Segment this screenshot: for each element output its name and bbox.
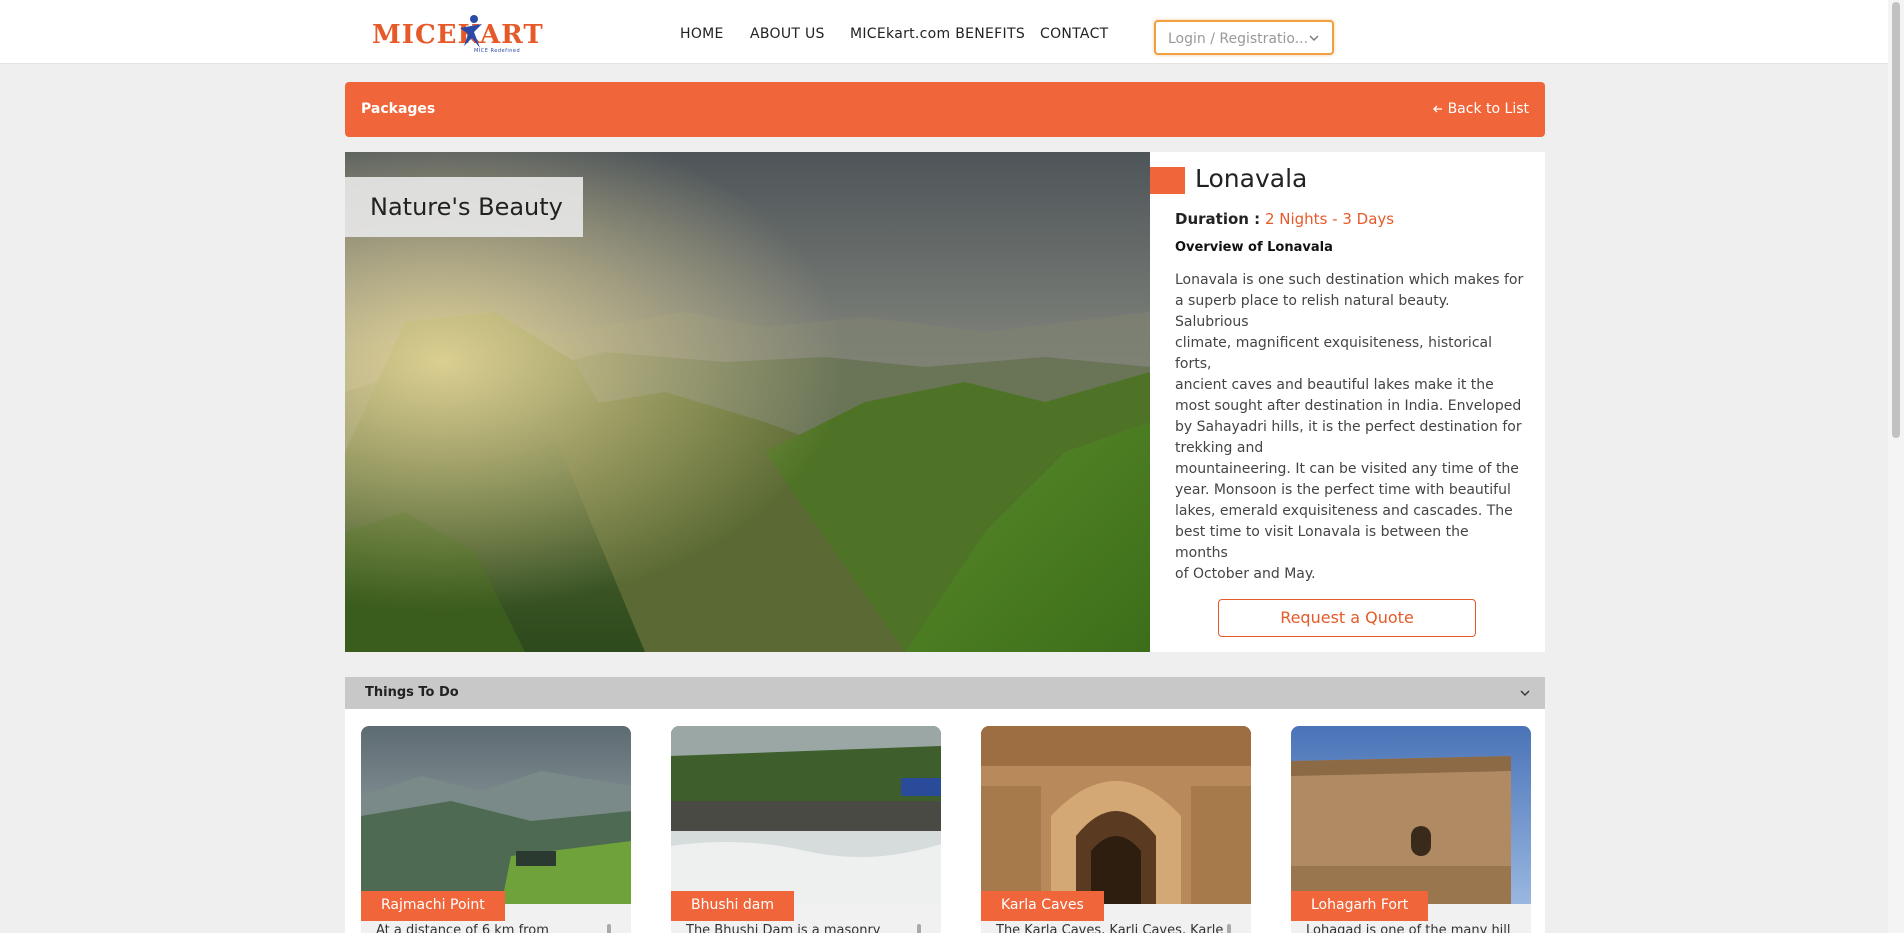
- overview-line: climate, magnificent exquisiteness, hist…: [1175, 335, 1492, 372]
- card-title: Lohagarh Fort: [1291, 891, 1429, 921]
- overview-line: by Sahayadri hills, it is the perfect de…: [1175, 419, 1522, 435]
- card-title: Bhushi dam: [671, 891, 794, 921]
- duration-value: 2 Nights - 3 Days: [1264, 210, 1395, 228]
- things-to-do-panel: Rajmachi Point At a distance of 6 km fro…: [345, 709, 1545, 933]
- chevron-down-icon: [1520, 690, 1530, 696]
- destination-title: Lonavala: [1195, 164, 1308, 193]
- overview-line: a superb place to relish natural beauty.…: [1175, 293, 1450, 330]
- overview-line: ancient caves and beautiful lakes make i…: [1175, 377, 1494, 393]
- hero-caption-text: Nature's Beauty: [370, 193, 563, 221]
- nav-benefits[interactable]: MICEkart.com BENEFITS: [850, 26, 1025, 42]
- overview-line: best time to visit Lonavala is between t…: [1175, 524, 1469, 561]
- micekart-logo[interactable]: MICEKART MICE Redefined: [372, 12, 543, 56]
- page-scrollbar-thumb[interactable]: [1892, 2, 1900, 438]
- hero-landscape-image: Nature's Beauty: [345, 152, 1150, 652]
- request-quote-button[interactable]: Request a Quote: [1218, 599, 1476, 637]
- nav-home[interactable]: HOME: [680, 26, 724, 42]
- logo-tagline: MICE Redefined: [474, 48, 521, 54]
- title-accent-block: [1150, 167, 1185, 194]
- card-scrollbar[interactable]: [917, 924, 921, 933]
- overview-heading: Overview of Lonavala: [1175, 240, 1333, 255]
- lohagarh-fort-image: [1291, 726, 1531, 906]
- page-scrollbar[interactable]: [1888, 0, 1904, 933]
- packages-title: Packages: [361, 101, 436, 117]
- overview-text: Lonavala is one such destination which m…: [1175, 270, 1525, 585]
- card-description: The Bhushi Dam is a masonry: [686, 923, 881, 933]
- hero-caption: Nature's Beauty: [345, 177, 583, 237]
- duration-line: Duration : 2 Nights - 3 Days: [1175, 210, 1394, 228]
- card-scrollbar[interactable]: [607, 924, 611, 933]
- rajmachi-point-image: [361, 726, 631, 906]
- overview-line: of October and May.: [1175, 566, 1316, 582]
- duration-label: Duration :: [1175, 210, 1261, 228]
- login-registration-select[interactable]: Login / Registratio...: [1154, 20, 1334, 55]
- overview-line: trekking and: [1175, 440, 1264, 456]
- activity-card-lohagarh-fort[interactable]: Lohagarh Fort Lohagad is one of the many…: [1291, 726, 1531, 933]
- overview-line: Lonavala is one such destination which m…: [1175, 272, 1524, 288]
- nav-about-us[interactable]: ABOUT US: [750, 26, 825, 42]
- arrow-left-icon: [1432, 105, 1442, 113]
- packages-bar: Packages Back to List: [345, 82, 1545, 137]
- card-title: Karla Caves: [981, 891, 1104, 921]
- login-select-value: Login / Registratio...: [1168, 31, 1309, 47]
- back-to-list-link[interactable]: Back to List: [1432, 101, 1529, 117]
- overview-line: lakes, emerald exquisiteness and cascade…: [1175, 503, 1513, 519]
- card-description: The Karla Caves, Karli Caves, Karle: [996, 923, 1224, 933]
- karla-caves-image: [981, 726, 1251, 906]
- overview-line: mountaineering. It can be visited any ti…: [1175, 461, 1519, 477]
- card-description: At a distance of 6 km from: [376, 923, 549, 933]
- activity-card-rajmachi-point[interactable]: Rajmachi Point At a distance of 6 km fro…: [361, 726, 631, 933]
- overview-line: year. Monsoon is the perfect time with b…: [1175, 482, 1511, 498]
- card-description: Lohagad is one of the many hill: [1306, 923, 1511, 933]
- activity-card-karla-caves[interactable]: Karla Caves The Karla Caves, Karli Caves…: [981, 726, 1251, 933]
- overview-line: most sought after destination in India. …: [1175, 398, 1522, 414]
- back-to-list-label: Back to List: [1447, 101, 1529, 117]
- card-title: Rajmachi Point: [361, 891, 505, 921]
- things-to-do-accordion-header[interactable]: Things To Do: [345, 677, 1545, 709]
- logo-person-icon: [460, 15, 482, 48]
- package-info-panel: Lonavala Duration : 2 Nights - 3 Days Ov…: [1150, 152, 1545, 652]
- chevron-down-icon: [1309, 35, 1319, 41]
- nav-contact[interactable]: CONTACT: [1040, 26, 1109, 42]
- site-header: MICEKART MICE Redefined HOME ABOUT US MI…: [0, 0, 1888, 64]
- bhushi-dam-image: [671, 726, 941, 906]
- card-scrollbar[interactable]: [1227, 924, 1231, 933]
- activity-card-bhushi-dam[interactable]: Bhushi dam The Bhushi Dam is a masonry: [671, 726, 941, 933]
- things-to-do-heading: Things To Do: [365, 685, 459, 700]
